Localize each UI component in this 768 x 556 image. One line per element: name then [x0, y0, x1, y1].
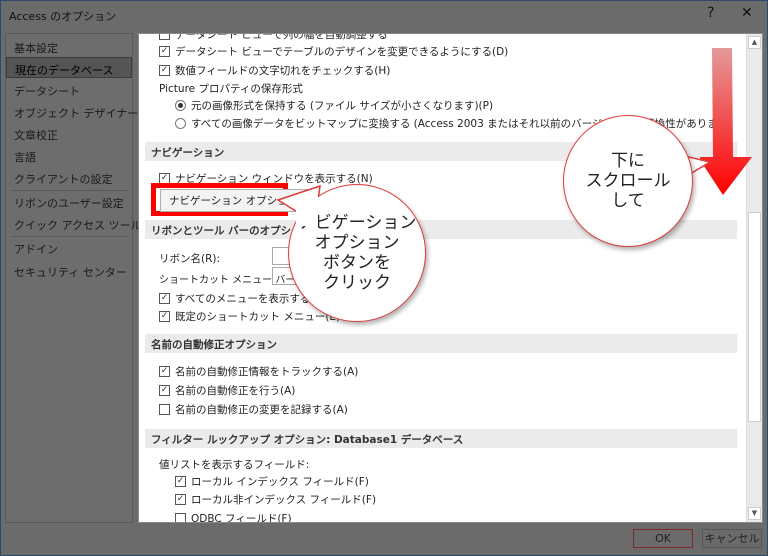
option-odbc-fields[interactable]: ODBC フィールド(F) — [175, 511, 292, 523]
partial-option-row[interactable]: データシート ビューで列の幅を自動調整する — [159, 33, 388, 42]
ribbon-name-label: リボン名(R): — [159, 253, 221, 265]
option-label: データシート ビューでテーブルのデザインを変更できるようにする(D) — [175, 46, 509, 58]
checkbox[interactable]: ✓ — [159, 385, 170, 396]
sidebar: 基本設定 現在のデータベース データシート オブジェクト デザイナー 文章校正 … — [5, 33, 167, 523]
sidebar-item-trust-center[interactable]: セキュリティ センター — [6, 260, 132, 281]
callout-line: オプション — [314, 233, 400, 253]
option-label: 名前の自動修正情報をトラックする(A) — [175, 366, 359, 378]
sidebar-item-object-designer[interactable]: オブジェクト デザイナー — [6, 101, 138, 122]
option-numeric-truncation[interactable]: ✓ 数値フィールドの文字切れをチェックする(H) — [159, 63, 390, 78]
sidebar-item-quick-access-toolbar[interactable]: クイック アクセス ツール バー — [6, 213, 167, 234]
option-datasheet-design[interactable]: ✓ データシート ビューでテーブルのデザインを変更できるようにする(D) — [159, 44, 508, 59]
checkbox[interactable] — [159, 404, 170, 415]
option-perform-autocorrect[interactable]: ✓ 名前の自動修正を行う(A) — [159, 383, 295, 398]
options-content: データシート ビューで列の幅を自動調整する ✓ データシート ビューでテーブルのデ… — [138, 33, 763, 523]
sidebar-item-current-database[interactable]: 現在のデータベース — [6, 57, 132, 78]
sidebar-item-client-settings[interactable]: クライアントの設定 — [6, 167, 132, 188]
scroll-down-icon[interactable]: ▼ — [748, 507, 761, 520]
radio-button[interactable] — [175, 100, 186, 111]
option-local-indexed[interactable]: ✓ ローカル インデックス フィールド(F) — [175, 474, 369, 489]
callout-line: 下に — [611, 151, 645, 171]
checkbox[interactable]: ✓ — [159, 46, 170, 57]
sidebar-item-language[interactable]: 言語 — [6, 145, 132, 166]
cancel-button[interactable]: キャンセル — [702, 529, 762, 548]
option-default-shortcut-menus[interactable]: ✓ 既定のショートカット メニュー(E) — [159, 309, 340, 324]
callout-line: して — [611, 191, 645, 211]
section-filter-lookup: フィルター ルックアップ オプション: Database1 データベース — [145, 429, 737, 448]
radio-button[interactable] — [175, 118, 186, 129]
callout-line: スクロール — [585, 171, 671, 191]
option-track-autocorrect[interactable]: ✓ 名前の自動修正情報をトラックする(A) — [159, 364, 358, 379]
scroll-instruction-callout: 下に スクロール して — [563, 115, 693, 247]
sidebar-item-customize-ribbon[interactable]: リボンのユーザー設定 — [6, 191, 132, 212]
sidebar-item-datasheet[interactable]: データシート — [6, 79, 132, 100]
sidebar-item-general[interactable]: 基本設定 — [6, 36, 132, 57]
checkbox[interactable]: ✓ — [175, 476, 186, 487]
checkbox[interactable]: ✓ — [159, 293, 170, 304]
section-name-autocorrect: 名前の自動修正オプション — [145, 334, 737, 353]
ok-button[interactable]: OK — [633, 529, 693, 548]
checkbox[interactable]: ✓ — [159, 65, 170, 76]
option-local-nonindexed[interactable]: ✓ ローカル非インデックス フィールド(F) — [175, 492, 376, 507]
option-label: 元の画像形式を保持する (ファイル サイズが小さくなります)(P) — [191, 100, 494, 112]
checkbox[interactable]: ✓ — [159, 366, 170, 377]
checkbox[interactable] — [175, 513, 186, 522]
checkbox[interactable]: ✓ — [159, 311, 170, 322]
sidebar-item-proofing[interactable]: 文章校正 — [6, 123, 132, 144]
option-label: 数値フィールドの文字切れをチェックする(H) — [175, 65, 391, 77]
close-button[interactable]: ✕ — [741, 5, 753, 21]
option-label: 既定のショートカット メニュー(E) — [175, 311, 341, 323]
option-log-autocorrect[interactable]: 名前の自動修正の変更を記録する(A) — [159, 402, 348, 417]
checkbox[interactable] — [159, 34, 170, 40]
checkbox[interactable]: ✓ — [175, 494, 186, 505]
option-label: ODBC フィールド(F) — [191, 513, 292, 523]
option-label: ローカル非インデックス フィールド(F) — [191, 494, 377, 506]
callout-line: ボタンを — [323, 253, 391, 273]
option-label: 名前の自動修正を行う(A) — [175, 385, 296, 397]
help-button[interactable]: ? — [707, 5, 714, 21]
option-label: 名前の自動修正の変更を記録する(A) — [175, 404, 348, 416]
option-label: ローカル インデックス フィールド(F) — [191, 476, 369, 488]
scrollbar-thumb[interactable] — [748, 212, 761, 422]
radio-keep-format[interactable]: 元の画像形式を保持する (ファイル サイズが小さくなります)(P) — [175, 98, 493, 113]
value-list-label: 値リストを表示するフィールド: — [159, 459, 310, 471]
window-title: Access のオプション — [9, 10, 117, 23]
callout-tail-mask — [296, 196, 318, 226]
option-label: データシート ビューで列の幅を自動調整する — [175, 33, 388, 41]
callout-line: クリック — [323, 273, 391, 293]
sidebar-item-addins[interactable]: アドイン — [6, 237, 132, 258]
picture-format-label: Picture プロパティの保存形式 — [159, 83, 303, 95]
